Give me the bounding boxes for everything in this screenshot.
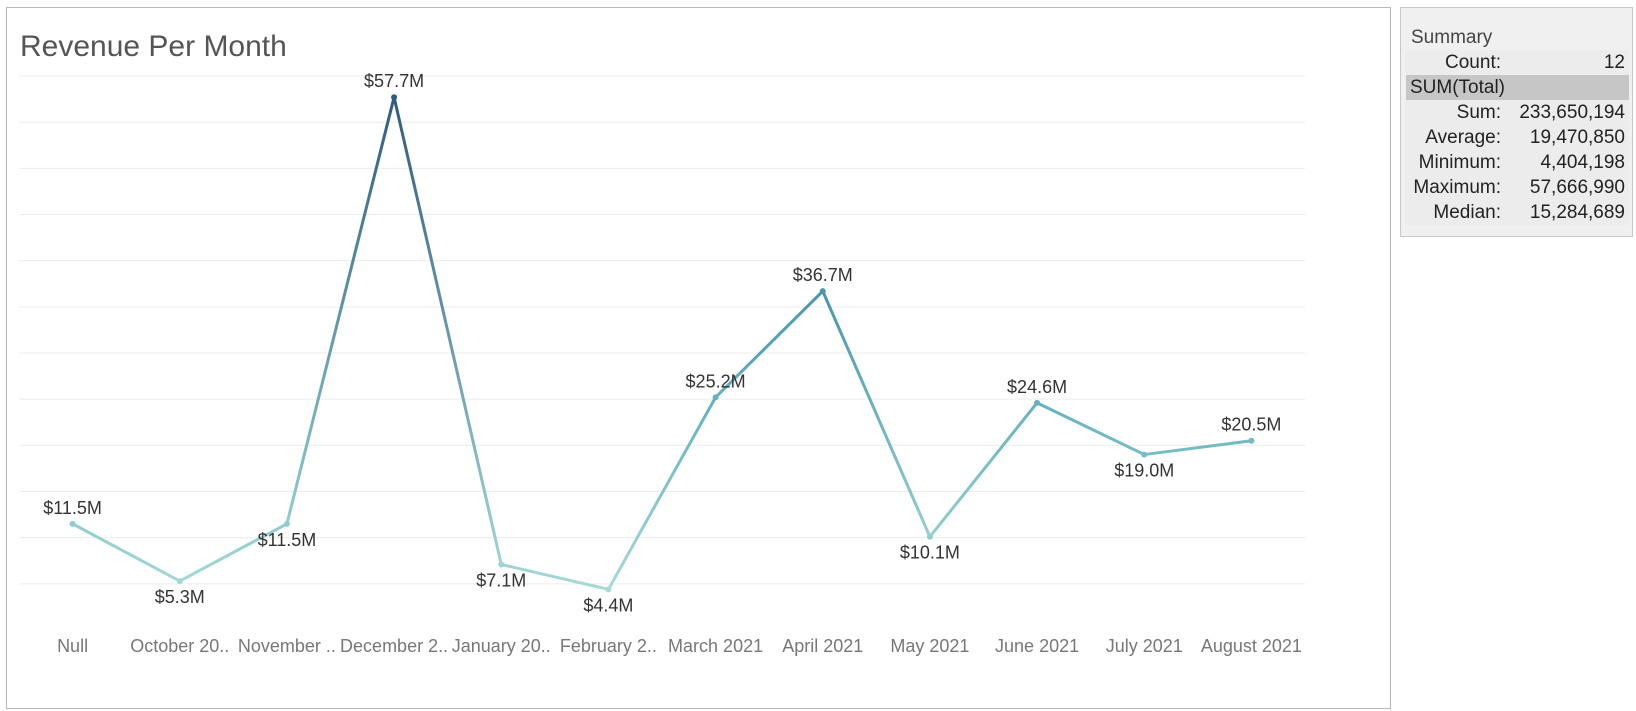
summary-average-row: Average: 19,470,850 bbox=[1406, 125, 1629, 150]
series-line-segment bbox=[1142, 439, 1253, 457]
x-tick-label: August 2021 bbox=[1201, 636, 1302, 656]
summary-minimum-row: Minimum: 4,404,198 bbox=[1406, 150, 1629, 175]
series-line-segment bbox=[1035, 401, 1146, 457]
data-point bbox=[1034, 399, 1041, 406]
data-point bbox=[926, 533, 933, 540]
data-label: $10.1M bbox=[900, 543, 960, 563]
summary-measure-header: SUM(Total) bbox=[1406, 75, 1629, 100]
x-tick-label: June 2021 bbox=[995, 636, 1079, 656]
series-line-segment bbox=[821, 289, 932, 539]
summary-sum-value: 233,650,194 bbox=[1519, 102, 1625, 123]
data-point bbox=[1248, 437, 1255, 444]
data-point bbox=[819, 288, 826, 295]
summary-maximum-value: 57,666,990 bbox=[1529, 177, 1625, 198]
data-label: $7.1M bbox=[476, 570, 526, 590]
summary-median-label: Median: bbox=[1433, 202, 1501, 223]
x-tick-label: July 2021 bbox=[1106, 636, 1183, 656]
summary-title: Summary bbox=[1411, 27, 1493, 48]
x-tick-label: May 2021 bbox=[890, 636, 969, 656]
summary-sum-label: Sum: bbox=[1456, 102, 1501, 123]
x-tick-label: April 2021 bbox=[782, 636, 863, 656]
summary-count-label: Count: bbox=[1445, 52, 1501, 73]
data-label: $5.3M bbox=[155, 587, 205, 607]
data-point bbox=[498, 561, 505, 568]
data-label: $20.5M bbox=[1221, 415, 1281, 435]
series-line-segment bbox=[71, 522, 182, 583]
data-point bbox=[1141, 451, 1148, 458]
data-label: $19.0M bbox=[1114, 461, 1174, 481]
data-label: $25.2M bbox=[686, 371, 746, 391]
data-label: $11.5M bbox=[43, 498, 102, 518]
x-tick-label: Null bbox=[57, 636, 88, 656]
data-label: $24.6M bbox=[1007, 377, 1067, 397]
series-line-segment bbox=[285, 95, 396, 526]
data-point bbox=[391, 94, 398, 101]
data-point bbox=[176, 578, 183, 585]
x-tick-label: October 20.. bbox=[130, 636, 229, 656]
summary-maximum-row: Maximum: 57,666,990 bbox=[1406, 175, 1629, 200]
series-line-segment bbox=[928, 401, 1039, 539]
data-label: $57.7M bbox=[364, 71, 424, 91]
summary-minimum-value: 4,404,198 bbox=[1540, 152, 1625, 173]
data-label: $11.5M bbox=[258, 530, 317, 550]
summary-count-row: Count: 12 bbox=[1406, 50, 1629, 75]
data-point bbox=[283, 520, 290, 527]
data-label: $36.7M bbox=[793, 265, 853, 285]
summary-average-value: 19,470,850 bbox=[1529, 127, 1625, 148]
x-tick-label: February 2.. bbox=[560, 636, 657, 656]
chart-panel: Revenue Per Month $11.5M Null $5.3M October… bbox=[6, 7, 1391, 709]
series-line-segment bbox=[606, 395, 718, 591]
summary-median-value: 15,284,689 bbox=[1529, 202, 1625, 223]
summary-median-row: Median: 15,284,689 bbox=[1406, 200, 1629, 225]
summary-count-value: 12 bbox=[1603, 52, 1625, 73]
data-point bbox=[712, 394, 719, 401]
x-tick-label: December 2.. bbox=[340, 636, 448, 656]
summary-sum-row: Sum: 233,650,194 bbox=[1406, 100, 1629, 125]
summary-maximum-label: Maximum: bbox=[1413, 177, 1501, 198]
x-tick-label: January 20.. bbox=[452, 636, 551, 656]
summary-card: Summary Count: 12 SUM(Total) Sum: 233,65… bbox=[1400, 7, 1633, 237]
series-line-segment bbox=[392, 95, 503, 566]
summary-measure-name: SUM(Total) bbox=[1410, 77, 1506, 98]
data-label: $4.4M bbox=[583, 595, 633, 615]
data-point bbox=[69, 520, 76, 527]
data-point bbox=[605, 586, 612, 593]
line-chart: $11.5M Null $5.3M October 20.. $11.5M Novembe… bbox=[19, 71, 1305, 656]
summary-minimum-label: Minimum: bbox=[1418, 152, 1501, 173]
summary-average-label: Average: bbox=[1425, 127, 1501, 148]
x-tick-label: March 2021 bbox=[668, 636, 763, 656]
x-tick-label: November .. bbox=[238, 636, 336, 656]
